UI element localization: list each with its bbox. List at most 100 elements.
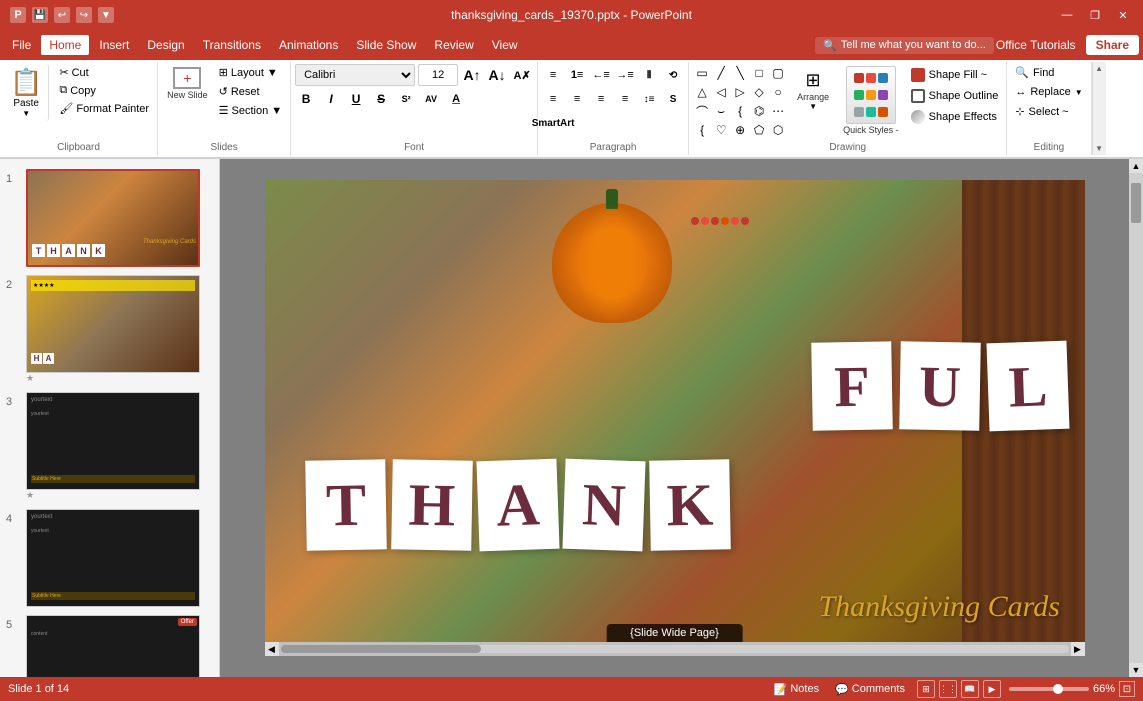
menu-view[interactable]: View [484, 35, 526, 55]
slide-thumbnail-2[interactable]: 2 ★★★★ H A ★ [4, 273, 215, 386]
fit-slide-btn[interactable]: ⊡ [1119, 681, 1135, 697]
shape-hex[interactable]: ⬡ [769, 121, 787, 139]
section-button[interactable]: ☰ Section ▼ [215, 102, 286, 119]
replace-button[interactable]: ↔ Replace ▼ [1011, 84, 1086, 100]
office-tutorials[interactable]: Office Tutorials [996, 38, 1076, 52]
justify-btn[interactable]: ≡ [614, 88, 636, 110]
undo-icon[interactable]: ↩ [54, 7, 70, 23]
menu-home[interactable]: Home [41, 35, 89, 55]
slide-thumbnail-3[interactable]: 3 yourtext yourtext Subtitle Here ★ [4, 390, 215, 503]
shape-arc[interactable]: ⌣ [712, 102, 730, 120]
underline-btn[interactable]: U [345, 88, 367, 110]
increase-font-btn[interactable]: A↑ [461, 64, 483, 86]
layout-button[interactable]: ⊞ Layout ▼ [215, 64, 286, 81]
menu-animations[interactable]: Animations [271, 35, 346, 55]
h-scrollbar-thumb[interactable] [281, 645, 481, 653]
share-button[interactable]: Share [1086, 35, 1139, 55]
decrease-font-btn[interactable]: A↓ [486, 64, 508, 86]
reading-view-btn[interactable]: 📖 [961, 680, 979, 698]
shape-pent[interactable]: ⬠ [750, 121, 768, 139]
ribbon-scroll-down[interactable]: ▼ [1095, 144, 1103, 153]
menu-review[interactable]: Review [426, 35, 481, 55]
shape-rect[interactable]: ▭ [693, 64, 711, 82]
h-scrollbar[interactable]: ◀ ▶ [265, 642, 1085, 656]
shape-rrect[interactable]: ▢ [769, 64, 787, 82]
scroll-left-btn[interactable]: ◀ [265, 642, 279, 656]
customize-icon[interactable]: ▼ [98, 7, 114, 23]
shape-custom[interactable]: ⌬ [750, 102, 768, 120]
presentation-btn[interactable]: ▶ [983, 680, 1001, 698]
menu-design[interactable]: Design [139, 35, 192, 55]
comments-button[interactable]: 💬 Comments [831, 681, 909, 698]
strikethrough-btn[interactable]: S [370, 88, 392, 110]
close-btn[interactable]: ✕ [1113, 8, 1133, 22]
slide-thumb-img-2[interactable]: ★★★★ H A [26, 275, 200, 373]
shape-rect2[interactable]: □ [750, 64, 768, 82]
save-icon[interactable]: 💾 [32, 7, 48, 23]
quick-styles-button[interactable]: Quick Styles - [839, 64, 903, 137]
format-painter-button[interactable]: 🖌 Format Painter [55, 100, 153, 117]
bold-btn[interactable]: B [295, 88, 317, 110]
shape-rtri[interactable]: ◁ [712, 83, 730, 101]
select-button[interactable]: ⊹ Select ~ [1011, 103, 1086, 120]
menu-file[interactable]: File [4, 35, 39, 55]
menu-slideshow[interactable]: Slide Show [348, 35, 424, 55]
decrease-indent-btn[interactable]: ←≡ [590, 64, 612, 86]
text-dir-btn[interactable]: ⟲ [662, 64, 684, 86]
new-slide-button[interactable]: + New Slide [162, 64, 213, 103]
italic-btn[interactable]: I [320, 88, 342, 110]
shape-x[interactable]: ⊕ [731, 121, 749, 139]
slide-thumb-img-5[interactable]: Offer content Subtitle [26, 615, 200, 677]
slide-thumbnail-1[interactable]: 1 T H A N K Thanksgiving Cards [4, 167, 215, 269]
align-center-btn[interactable]: ≡ [566, 88, 588, 110]
slide-thumbnail-4[interactable]: 4 yourtext yourtext Subtitle Here [4, 507, 215, 609]
notes-button[interactable]: 📝 Notes [770, 681, 823, 698]
scroll-up-btn[interactable]: ▲ [1129, 159, 1143, 173]
shape-outline-button[interactable]: Shape Outline [907, 87, 1003, 105]
arrange-button[interactable]: ⊞ Arrange ▼ [791, 64, 835, 117]
menu-search[interactable]: 🔍 Tell me what you want to do... [815, 37, 994, 54]
increase-indent-btn[interactable]: →≡ [614, 64, 636, 86]
shape-fill-button[interactable]: Shape Fill ~ [907, 66, 1003, 84]
restore-btn[interactable]: ❐ [1085, 8, 1105, 22]
ribbon-scroll-up[interactable]: ▲ [1095, 64, 1103, 73]
shape-more[interactable]: ⋯ [769, 102, 787, 120]
clear-format-btn[interactable]: A✗ [511, 64, 533, 86]
minimize-btn[interactable]: — [1057, 8, 1077, 22]
find-button[interactable]: 🔍 Find [1011, 64, 1086, 81]
bullets-btn[interactable]: ≡ [542, 64, 564, 86]
redo-icon[interactable]: ↪ [76, 7, 92, 23]
zoom-thumb[interactable] [1053, 684, 1063, 694]
shape-line[interactable]: ╱ [712, 64, 730, 82]
shape-diamond[interactable]: ◇ [750, 83, 768, 101]
smart-art-btn[interactable]: SmartArt [542, 112, 564, 134]
text-shadow-btn[interactable]: S [662, 88, 684, 110]
align-right-btn[interactable]: ≡ [590, 88, 612, 110]
cut-button[interactable]: ✂ Cut [55, 64, 153, 81]
slide-thumb-img-1[interactable]: T H A N K Thanksgiving Cards [26, 169, 200, 267]
numbering-btn[interactable]: 1≡ [566, 64, 588, 86]
scroll-right-btn[interactable]: ▶ [1071, 642, 1085, 656]
copy-button[interactable]: ⧉ Copy [55, 82, 153, 99]
shape-curve[interactable]: ⌒ [693, 102, 711, 120]
shape-tri[interactable]: △ [693, 83, 711, 101]
cols-btn[interactable]: ⫴ [638, 64, 660, 86]
shape-line2[interactable]: ╲ [731, 64, 749, 82]
font-family-select[interactable]: Calibri [295, 64, 415, 86]
shape-rtri2[interactable]: ▷ [731, 83, 749, 101]
scroll-down-btn[interactable]: ▼ [1129, 663, 1143, 677]
search-text[interactable]: Tell me what you want to do... [841, 39, 986, 51]
shadow-btn[interactable]: S² [395, 88, 417, 110]
slide-thumb-img-3[interactable]: yourtext yourtext Subtitle Here [26, 392, 200, 490]
v-scrollbar-thumb[interactable] [1131, 183, 1141, 223]
line-spacing-btn[interactable]: ↕≡ [638, 88, 660, 110]
paste-button[interactable]: 📋 Paste ▼ [4, 64, 49, 121]
shape-brace[interactable]: { [731, 102, 749, 120]
slide-thumb-img-4[interactable]: yourtext yourtext Subtitle Here [26, 509, 200, 607]
slide-canvas[interactable]: F U L T H A N K Thanksgiving Cards {S [265, 180, 1085, 642]
zoom-slider[interactable] [1009, 687, 1089, 691]
shape-ellipse[interactable]: ○ [769, 83, 787, 101]
shape-star[interactable]: { [693, 121, 711, 139]
slide-thumbnail-5[interactable]: 5 Offer content Subtitle [4, 613, 215, 677]
reset-button[interactable]: ↺ Reset [215, 83, 286, 100]
